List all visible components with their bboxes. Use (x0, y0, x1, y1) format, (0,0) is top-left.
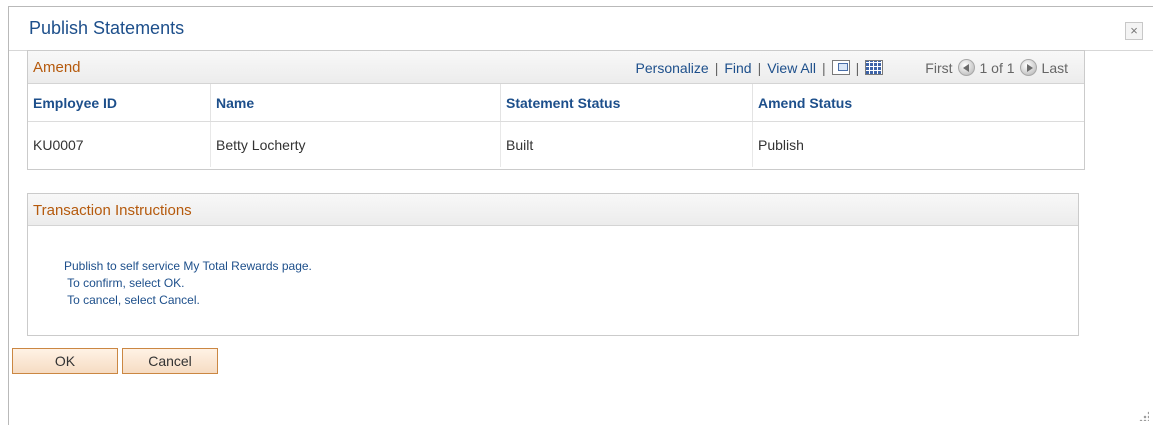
grid-navigation: Personalize | Find | View All | | First … (636, 59, 1068, 76)
column-header-employee-id[interactable]: Employee ID (28, 84, 211, 121)
cell-amend-status: Publish (758, 136, 804, 153)
grid-title: Amend (33, 59, 81, 76)
cell-employee-id: KU0007 (28, 122, 211, 167)
transaction-instructions-box: Transaction Instructions Publish to self… (27, 193, 1079, 336)
column-header-statement-status[interactable]: Statement Status (501, 84, 753, 121)
action-buttons: OK Cancel (12, 348, 218, 374)
instructions-header: Transaction Instructions (28, 194, 1078, 226)
download-grid-icon[interactable] (865, 60, 884, 75)
grid-column-headers: Employee ID Name Statement Status Amend … (28, 84, 1084, 122)
column-header-amend-status[interactable]: Amend Status (753, 84, 1084, 121)
new-window-icon[interactable] (831, 60, 850, 75)
separator: | (757, 59, 762, 76)
instructions-title: Transaction Instructions (33, 202, 192, 219)
separator: | (822, 59, 826, 76)
dialog-header: Publish Statements × (9, 7, 1153, 51)
ok-button[interactable]: OK (12, 348, 118, 374)
view-all-link[interactable]: View All (767, 60, 816, 76)
find-link[interactable]: Find (724, 60, 751, 76)
row-range: 1 of 1 (979, 59, 1015, 76)
cancel-button[interactable]: Cancel (122, 348, 218, 374)
personalize-link[interactable]: Personalize (636, 60, 709, 76)
table-row: KU0007 Betty Locherty Built Publish (28, 122, 1084, 167)
grid-titlebar: Amend Personalize | Find | View All | | … (28, 51, 1084, 84)
first-label: First (925, 59, 953, 76)
column-header-name[interactable]: Name (211, 84, 501, 121)
instruction-line: Publish to self service My Total Rewards… (64, 259, 312, 273)
separator: | (714, 59, 719, 76)
separator: | (855, 59, 860, 76)
cell-name: Betty Locherty (211, 122, 501, 167)
instructions-text: Publish to self service My Total Rewards… (64, 258, 312, 309)
instruction-line: To confirm, select OK. (64, 276, 185, 290)
close-button[interactable]: × (1125, 22, 1143, 40)
dialog-title: Publish Statements (29, 18, 185, 38)
amend-grid: Amend Personalize | Find | View All | | … (27, 50, 1085, 170)
instruction-line: To cancel, select Cancel. (64, 293, 200, 307)
next-row-icon[interactable] (1019, 59, 1037, 76)
last-label: Last (1041, 59, 1068, 76)
previous-row-icon[interactable] (957, 59, 975, 76)
cell-statement-status: Built (501, 122, 753, 167)
